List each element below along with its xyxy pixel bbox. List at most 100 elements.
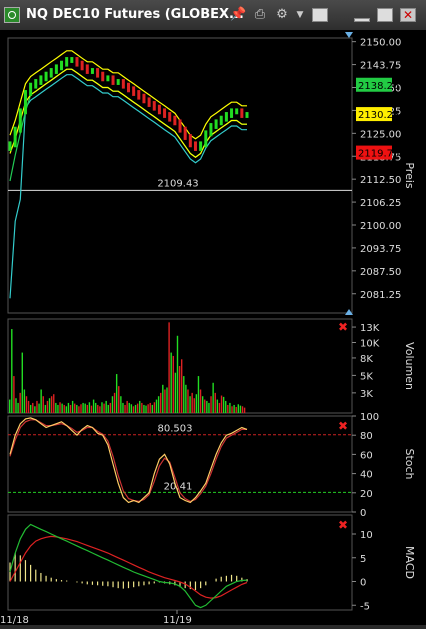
volume-bar bbox=[183, 376, 185, 413]
stoch-k-line bbox=[9, 417, 248, 504]
volume-bar bbox=[53, 394, 55, 413]
price-ma-cyan-line bbox=[9, 74, 247, 299]
volume-bar bbox=[170, 352, 172, 413]
volume-bar bbox=[160, 392, 162, 413]
price-tick-label: 2125.00 bbox=[360, 129, 401, 140]
price-axis-label: Preis bbox=[403, 162, 416, 189]
price-candle bbox=[29, 82, 33, 96]
price-candle bbox=[147, 97, 151, 107]
volume-bar bbox=[149, 402, 151, 413]
volume-bar bbox=[132, 406, 135, 413]
print-icon[interactable]: ⎙ bbox=[252, 7, 268, 23]
stoch-tick-label: 0 bbox=[360, 508, 366, 519]
price-candle bbox=[75, 57, 79, 67]
volume-bar bbox=[38, 403, 40, 413]
stoch-tick-label: 80 bbox=[360, 431, 373, 442]
volume-bar bbox=[115, 374, 118, 413]
volume-bar bbox=[176, 335, 179, 413]
price-candle bbox=[39, 75, 43, 85]
volume-bar bbox=[97, 404, 99, 413]
macd-tick-label: -5 bbox=[360, 601, 370, 612]
price-tick-label: 2093.75 bbox=[360, 244, 401, 255]
price-candle bbox=[214, 119, 218, 129]
chart-area[interactable]: 2150.002143.752137.502131.252125.002118.… bbox=[0, 30, 426, 626]
price-candle bbox=[60, 60, 64, 71]
volume-bar bbox=[9, 399, 11, 413]
price-candle bbox=[163, 108, 167, 118]
volume-bar bbox=[120, 396, 122, 413]
price-candle bbox=[44, 71, 48, 82]
price-candle bbox=[13, 126, 17, 148]
volume-bar bbox=[86, 404, 89, 413]
price-tick-label: 2087.50 bbox=[360, 267, 401, 278]
stoch-d-line bbox=[9, 419, 247, 503]
volume-bar bbox=[101, 402, 103, 413]
price-candle bbox=[18, 108, 22, 133]
settings-icon[interactable]: ⚙ bbox=[274, 7, 290, 23]
volume-bar bbox=[19, 392, 21, 413]
price-tick-label: 2106.25 bbox=[360, 198, 401, 209]
maximize-icon[interactable] bbox=[377, 8, 393, 22]
volume-bar bbox=[189, 396, 191, 413]
volume-bar bbox=[139, 400, 141, 413]
price-candle bbox=[116, 79, 120, 85]
volume-bar bbox=[143, 404, 145, 413]
volume-bar bbox=[57, 404, 59, 413]
volume-bar bbox=[80, 404, 82, 413]
volume-bar bbox=[166, 387, 168, 413]
window-title: NQ DEC10 Futures (GLOBEX... bbox=[26, 7, 244, 22]
minimize-window-icon[interactable] bbox=[354, 18, 370, 22]
volume-bar bbox=[126, 400, 128, 413]
price-candle bbox=[127, 82, 130, 93]
volume-bar bbox=[229, 402, 231, 413]
volume-bar bbox=[11, 329, 13, 413]
volume-bar bbox=[17, 402, 19, 413]
price-candle bbox=[132, 86, 136, 96]
chart-canvas[interactable]: 2150.002143.752137.502131.252125.002118.… bbox=[0, 30, 426, 626]
volume-tick-label: 5K bbox=[360, 371, 373, 382]
volume-bar bbox=[88, 402, 91, 413]
volume-bar bbox=[168, 322, 170, 413]
close-icon[interactable]: ✕ bbox=[400, 8, 416, 22]
volume-close-icon: ✖ bbox=[338, 320, 348, 334]
price-candle bbox=[245, 112, 249, 118]
price-candle bbox=[49, 68, 53, 78]
price-candle bbox=[173, 115, 177, 126]
volume-tick-label: 3K bbox=[360, 389, 373, 400]
volume-bar bbox=[185, 384, 187, 413]
volume-bar bbox=[63, 404, 65, 413]
price-tag-text: 2138.25 bbox=[358, 81, 399, 92]
volume-tick-label: 10K bbox=[360, 339, 380, 350]
volume-bar bbox=[78, 406, 80, 413]
stoch-tick-label: 60 bbox=[360, 450, 373, 461]
volume-bar bbox=[231, 406, 233, 413]
volume-axis-label: Volumen bbox=[403, 342, 416, 390]
volume-bar bbox=[227, 404, 229, 413]
volume-bar bbox=[61, 403, 63, 413]
volume-bar bbox=[42, 396, 44, 413]
volume-bar bbox=[99, 406, 101, 413]
minimize-icon[interactable] bbox=[312, 8, 328, 22]
macd-tick-label: 0 bbox=[360, 578, 366, 589]
stoch-axis-label: Stoch bbox=[403, 448, 416, 479]
volume-bar bbox=[69, 404, 72, 413]
volume-bar bbox=[157, 396, 160, 413]
dropdown-icon[interactable]: ▼ bbox=[292, 7, 308, 23]
volume-bar bbox=[122, 402, 124, 413]
price-tick-label: 2143.75 bbox=[360, 61, 401, 72]
volume-bar bbox=[210, 396, 212, 413]
macd-tick-label: 10 bbox=[360, 530, 373, 541]
x-tick-label: 11/19 bbox=[163, 615, 192, 625]
volume-bar bbox=[32, 402, 34, 413]
window-titlebar[interactable]: NQ DEC10 Futures (GLOBEX... 📌 ⎙ ⚙ ▼ ✕ bbox=[0, 0, 426, 31]
price-candle bbox=[70, 57, 74, 63]
stoch-upper-label: 80.503 bbox=[158, 424, 193, 435]
volume-bar bbox=[84, 403, 86, 413]
volume-bar bbox=[94, 402, 97, 413]
pin-icon[interactable]: 📌 bbox=[230, 7, 246, 23]
volume-bar bbox=[172, 355, 174, 413]
price-candle bbox=[54, 64, 58, 74]
price-candle bbox=[219, 115, 223, 126]
volume-bar bbox=[164, 389, 166, 413]
volume-bar bbox=[145, 405, 147, 413]
